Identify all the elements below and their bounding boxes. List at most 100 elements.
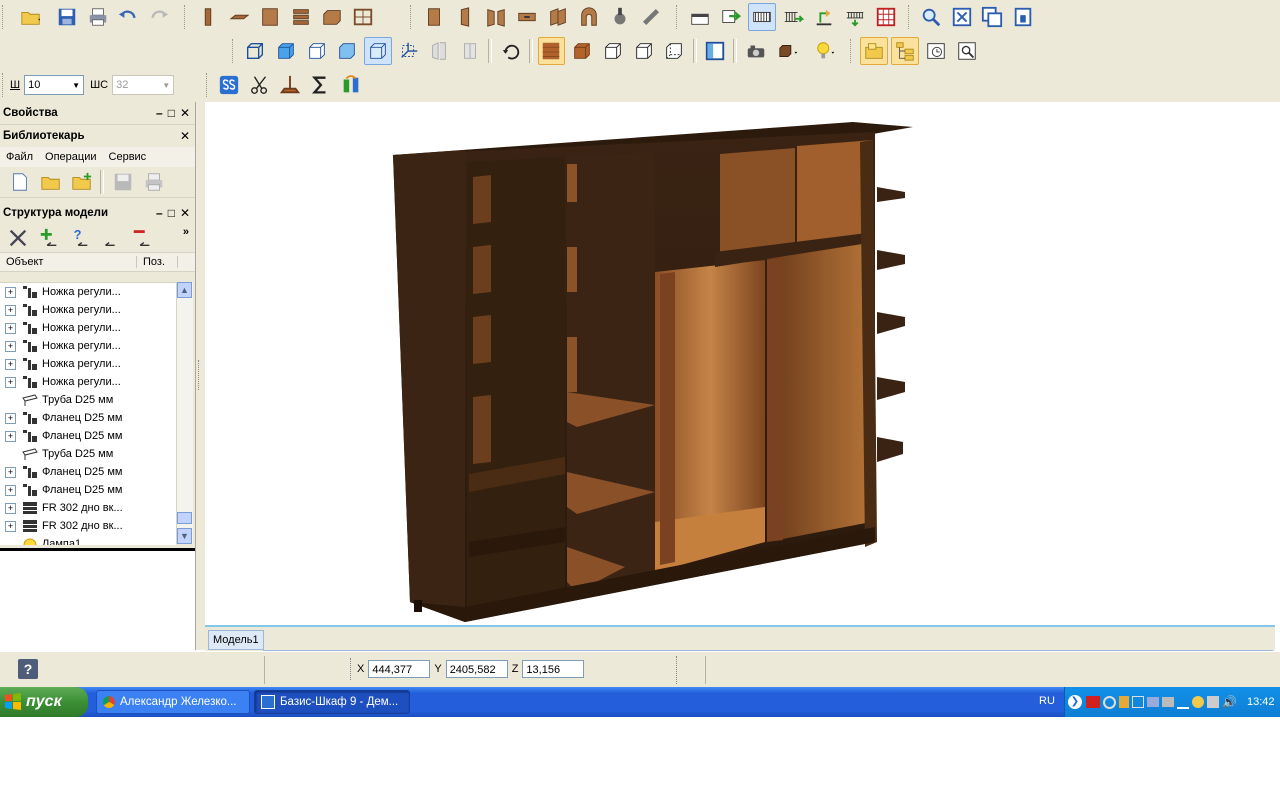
refresh-button[interactable] [337, 71, 364, 99]
rotate-view-button[interactable] [497, 37, 525, 65]
toolbar-grip[interactable] [676, 5, 680, 29]
menu-file[interactable]: Файл [6, 151, 33, 163]
tree-row[interactable]: + FR 302 дно вк... [0, 517, 176, 535]
expand-icon[interactable]: + [5, 520, 16, 532]
task-basis[interactable]: Базис-Шкаф 9 - Дем... [254, 690, 410, 714]
rod-button[interactable] [637, 3, 665, 31]
sum-button[interactable] [307, 71, 334, 99]
tray-app3-icon[interactable] [1147, 697, 1159, 707]
tree-row[interactable]: + Фланец D25 мм [0, 463, 176, 481]
tray-expand-icon[interactable]: ❯ [1068, 695, 1082, 709]
door-button[interactable] [420, 3, 448, 31]
tray-app4-icon[interactable] [1192, 696, 1204, 708]
tab-model1[interactable]: Модель1 [208, 630, 264, 650]
width-select[interactable]: 10 ▼ [24, 75, 85, 95]
network-globe-icon[interactable] [1103, 695, 1116, 709]
remove-item-button[interactable] [128, 224, 156, 252]
tray-app2-icon[interactable] [1132, 696, 1144, 708]
structure-button[interactable] [890, 37, 919, 65]
tree-row[interactable]: + FR 302 дно вк... [0, 499, 176, 517]
menu-operations[interactable]: Операции [45, 151, 96, 163]
outline-mode-button[interactable] [599, 37, 627, 65]
light-dropdown-button[interactable] [809, 37, 843, 65]
model-viewport[interactable] [205, 102, 1275, 625]
toolbar-grip[interactable] [2, 5, 6, 29]
export-button[interactable] [717, 3, 745, 31]
close-icon[interactable]: ✕ [180, 129, 190, 143]
expand-icon[interactable]: + [5, 358, 16, 370]
z-coordinate-field[interactable]: 13,156 [522, 660, 585, 678]
front-mode-button[interactable] [630, 37, 658, 65]
tree-row[interactable]: + Ножка регули... [0, 283, 176, 301]
scroll-up-button[interactable]: ▲ [177, 282, 192, 298]
wardrobe-3d-model[interactable] [205, 102, 1275, 625]
view-hidden-button[interactable] [303, 37, 331, 65]
toolbar-grip[interactable] [232, 39, 236, 63]
new-file-button[interactable] [6, 168, 34, 196]
shelves-button[interactable] [287, 3, 315, 31]
depth-select[interactable]: 32 ▼ [112, 75, 175, 95]
vertical-panel-button[interactable] [194, 3, 222, 31]
axes-button[interactable] [395, 37, 423, 65]
box-button[interactable] [318, 3, 346, 31]
expand-icon[interactable]: + [5, 286, 16, 298]
splitter-grip[interactable] [198, 360, 202, 390]
sliding-door-button[interactable] [544, 3, 572, 31]
overflow-chevron-icon[interactable]: » [183, 226, 189, 238]
horizontal-panel-button[interactable] [225, 3, 253, 31]
tools-button[interactable] [4, 224, 32, 252]
double-door-button[interactable] [482, 3, 510, 31]
zoom-extents-button[interactable] [948, 3, 976, 31]
view-iso-button[interactable] [241, 37, 269, 65]
zoom-in-button[interactable] [917, 3, 945, 31]
camera-button[interactable] [742, 37, 770, 65]
print-button[interactable] [84, 3, 111, 31]
rotate-tool-button[interactable] [810, 3, 838, 31]
tree-row[interactable]: + Ножка регули... [0, 319, 176, 337]
vertical-splitter[interactable] [196, 102, 205, 650]
door-view-disabled-button[interactable] [426, 37, 454, 65]
close-icon[interactable]: ✕ [180, 106, 190, 120]
column-object[interactable]: Объект [0, 256, 137, 268]
x-coordinate-field[interactable]: 444,377 [368, 660, 431, 678]
expand-icon[interactable]: + [5, 430, 16, 442]
signal-icon[interactable] [1177, 695, 1189, 709]
toolbar-grip[interactable] [908, 5, 912, 29]
expand-icon[interactable]: + [5, 502, 16, 514]
minimize-icon[interactable]: – [156, 206, 163, 220]
minimize-icon[interactable]: – [156, 106, 163, 120]
zoom-object-button[interactable] [1009, 3, 1037, 31]
maximize-icon[interactable]: □ [168, 206, 175, 220]
tree-row[interactable]: Труба D25 мм [0, 391, 176, 409]
toolbar-grip[interactable] [184, 5, 188, 29]
window-button[interactable] [686, 3, 714, 31]
scroll-thumb[interactable] [177, 512, 192, 524]
expand-icon[interactable]: + [5, 340, 16, 352]
open-folder-dropdown-button[interactable] [11, 3, 50, 31]
view-shaded-button[interactable] [272, 37, 300, 65]
task-chrome[interactable]: Александр Железко... [96, 690, 250, 714]
network-icon[interactable] [1162, 697, 1174, 707]
hatch-arrow-button[interactable] [779, 3, 807, 31]
toolbar-grip[interactable] [2, 73, 6, 97]
tree-row[interactable]: + Ножка регули... [0, 355, 176, 373]
find-item-button[interactable]: ? [66, 224, 94, 252]
edge-button[interactable] [276, 71, 303, 99]
link-item-button[interactable] [97, 224, 125, 252]
librarian-button[interactable] [859, 37, 888, 65]
save-disabled-button[interactable] [109, 168, 137, 196]
frame-button[interactable] [349, 3, 377, 31]
tree-row[interactable]: Труба D25 мм [0, 445, 176, 463]
tree-row[interactable]: + Ножка регули... [0, 337, 176, 355]
toolbar-grip[interactable] [850, 39, 854, 63]
cut-button[interactable] [246, 71, 273, 99]
toolbar-grip[interactable] [410, 5, 414, 29]
arch-button[interactable] [575, 3, 603, 31]
basis-logo-button[interactable] [215, 71, 242, 99]
hatch-button[interactable] [747, 3, 776, 31]
language-indicator[interactable]: RU [1039, 695, 1055, 707]
hidden-mode-button[interactable] [660, 37, 688, 65]
grid-button[interactable] [872, 3, 900, 31]
view-edges-button[interactable] [364, 37, 392, 65]
tree-row[interactable]: Лампа1 [0, 535, 176, 545]
